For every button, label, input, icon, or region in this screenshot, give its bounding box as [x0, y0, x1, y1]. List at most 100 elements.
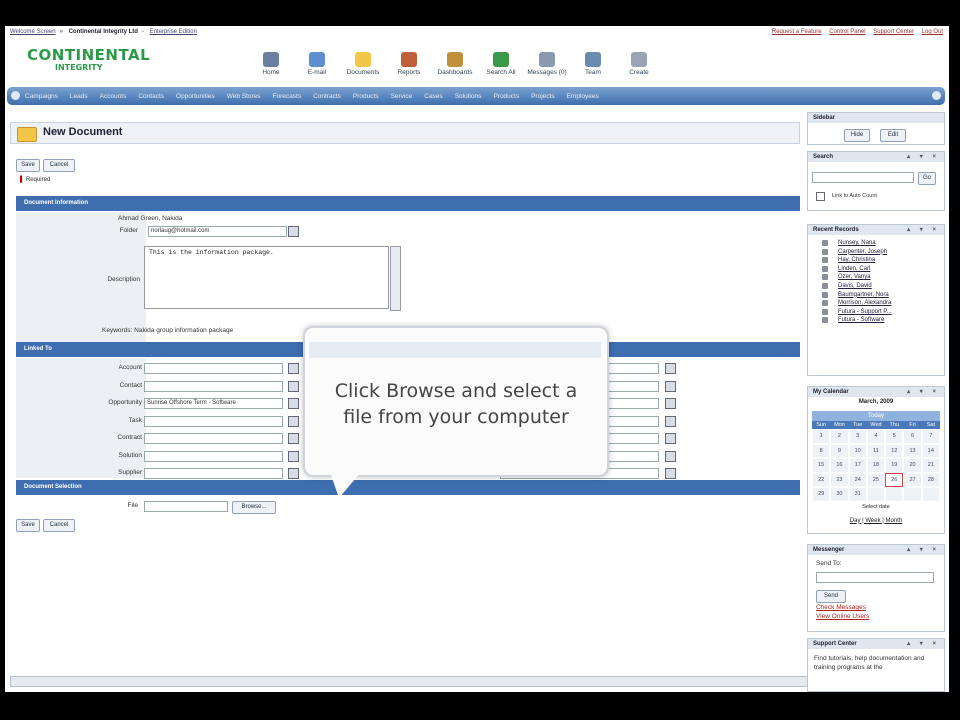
module-tab[interactable]: Leads: [70, 93, 88, 100]
recent-record-link[interactable]: Davis, David: [808, 282, 944, 291]
description-textarea[interactable]: This is the information package.: [144, 246, 389, 309]
module-tab[interactable]: Contacts: [138, 93, 164, 100]
module-tab[interactable]: Products: [353, 93, 379, 100]
module-tab[interactable]: Campaigns: [25, 93, 58, 100]
module-tab[interactable]: Accounts: [100, 93, 127, 100]
module-tab[interactable]: Employees: [567, 93, 599, 100]
calendar-date-cell[interactable]: 12: [885, 443, 904, 458]
calendar-date-cell[interactable]: 24: [848, 472, 867, 487]
lookup-icon[interactable]: [665, 398, 676, 409]
linked-field[interactable]: [144, 415, 283, 427]
calendar-date-cell[interactable]: 15: [812, 458, 831, 473]
recent-record-link[interactable]: Linden, Carl: [808, 265, 944, 274]
file-path-field[interactable]: [144, 501, 228, 512]
calendar-date-cell[interactable]: 30: [830, 487, 849, 502]
calendar-date-cell[interactable]: 29: [812, 487, 831, 502]
calendar-view-links[interactable]: Day | Week | Month: [812, 518, 940, 524]
lookup-icon[interactable]: [665, 433, 676, 444]
linked-field[interactable]: [144, 468, 283, 479]
recent-record-link[interactable]: Carpenter, Joseph: [808, 248, 944, 257]
sidebar-edit-button[interactable]: Edit: [880, 129, 906, 142]
lookup-icon[interactable]: [288, 415, 299, 427]
linked-field[interactable]: [144, 380, 283, 392]
description-scrollbar[interactable]: [390, 246, 401, 311]
calendar-date-cell[interactable]: 21: [921, 458, 940, 473]
lookup-icon[interactable]: [288, 363, 299, 374]
calendar-date-cell[interactable]: 5: [885, 429, 904, 444]
recent-record-link[interactable]: Hay, Christina: [808, 256, 944, 265]
calendar-date-cell[interactable]: 3: [848, 429, 867, 444]
request-feature-link[interactable]: Request a Feature: [772, 29, 822, 35]
breadcrumb-home[interactable]: Welcome Screen: [10, 29, 56, 35]
save-button-top[interactable]: Save: [16, 159, 40, 172]
sidebar-search-go[interactable]: Go: [918, 172, 936, 185]
lookup-icon[interactable]: [665, 468, 676, 479]
toolbar-search-all-button[interactable]: Search All: [478, 52, 524, 92]
calendar-date-cell[interactable]: 7: [921, 429, 940, 444]
recent-record-link[interactable]: Nunsey, Nana: [808, 239, 944, 248]
module-tab[interactable]: Web Stores: [227, 93, 261, 100]
lookup-icon[interactable]: [665, 380, 676, 392]
send-to-select[interactable]: [816, 572, 934, 583]
linked-field[interactable]: Sunrise Offshore Term - Software: [144, 398, 283, 409]
module-tab[interactable]: Cases: [424, 93, 442, 100]
lookup-icon[interactable]: [288, 468, 299, 479]
lookup-icon[interactable]: [288, 433, 299, 444]
lookup-icon[interactable]: [665, 363, 676, 374]
module-tab[interactable]: Opportunities: [176, 93, 215, 100]
recent-record-link[interactable]: Futura - Support P...: [808, 308, 944, 317]
recent-record-link[interactable]: Baumgartner, Nora: [808, 291, 944, 300]
calendar-date-cell[interactable]: 14: [921, 443, 940, 458]
recent-record-link[interactable]: Morrison, Alexandra: [808, 299, 944, 308]
messenger-send-button[interactable]: Send: [816, 590, 846, 603]
auto-count-checkbox[interactable]: [816, 192, 825, 201]
calendar-date-cell[interactable]: 23: [830, 472, 849, 487]
calendar-date-cell[interactable]: 6: [903, 429, 922, 444]
calendar-date-cell[interactable]: 4: [866, 429, 886, 444]
calendar-date-cell[interactable]: 16: [830, 458, 849, 473]
lookup-icon[interactable]: [665, 415, 676, 427]
save-button-bottom[interactable]: Save: [16, 519, 40, 532]
calendar-date-cell[interactable]: 27: [903, 472, 922, 487]
nav-left-arrow-icon[interactable]: [11, 91, 20, 100]
breadcrumb-edition[interactable]: Enterprise Edition: [150, 29, 197, 35]
calendar-date-cell[interactable]: 22: [812, 472, 831, 487]
recent-record-link[interactable]: Futura - Software: [808, 316, 944, 325]
calendar-date-cell[interactable]: 8: [812, 443, 831, 458]
check-messages-link[interactable]: Check Messages: [816, 604, 866, 611]
module-tab[interactable]: Solutions: [455, 93, 482, 100]
lookup-icon[interactable]: [665, 450, 676, 462]
calendar-date-cell[interactable]: 10: [848, 443, 867, 458]
calendar-date-cell[interactable]: 19: [885, 458, 904, 473]
lookup-icon[interactable]: [288, 398, 299, 409]
module-tab[interactable]: Service: [391, 93, 413, 100]
calendar-today-button[interactable]: Today: [812, 411, 940, 421]
calendar-date-cell[interactable]: 26: [885, 472, 904, 487]
toolbar-team-button[interactable]: Team: [570, 52, 616, 92]
toolbar-create-button[interactable]: Create: [616, 52, 662, 92]
toolbar-home-button[interactable]: Home: [248, 52, 294, 92]
toolbar-reports-button[interactable]: Reports: [386, 52, 432, 92]
toolbar-messages-button[interactable]: Messages (0): [524, 52, 570, 92]
calendar-date-cell[interactable]: 28: [921, 472, 940, 487]
sidebar-search-input[interactable]: [812, 172, 914, 183]
folder-lookup-icon[interactable]: [288, 226, 299, 237]
view-online-users-link[interactable]: View Online Users: [816, 613, 869, 620]
logout-link[interactable]: Log Out: [922, 29, 943, 35]
calendar-date-cell[interactable]: 18: [866, 458, 886, 473]
control-panel-link[interactable]: Control Panel: [829, 29, 865, 35]
cancel-button-top[interactable]: Cancel: [43, 159, 75, 172]
calendar-date-cell[interactable]: 17: [848, 458, 867, 473]
folder-field[interactable]: norlaug@hotmail.com: [148, 226, 287, 237]
lookup-icon[interactable]: [288, 380, 299, 392]
module-tab[interactable]: Projects: [531, 93, 554, 100]
lookup-icon[interactable]: [288, 450, 299, 462]
calendar-date-cell[interactable]: 2: [830, 429, 849, 444]
calendar-date-cell[interactable]: 20: [903, 458, 922, 473]
browse-button[interactable]: Browse...: [232, 501, 276, 514]
sidebar-hide-button[interactable]: Hide: [844, 129, 870, 142]
linked-field[interactable]: [144, 450, 283, 462]
support-center-link[interactable]: Support Center: [873, 29, 914, 35]
linked-field[interactable]: [144, 363, 283, 374]
calendar-date-cell[interactable]: 9: [830, 443, 849, 458]
